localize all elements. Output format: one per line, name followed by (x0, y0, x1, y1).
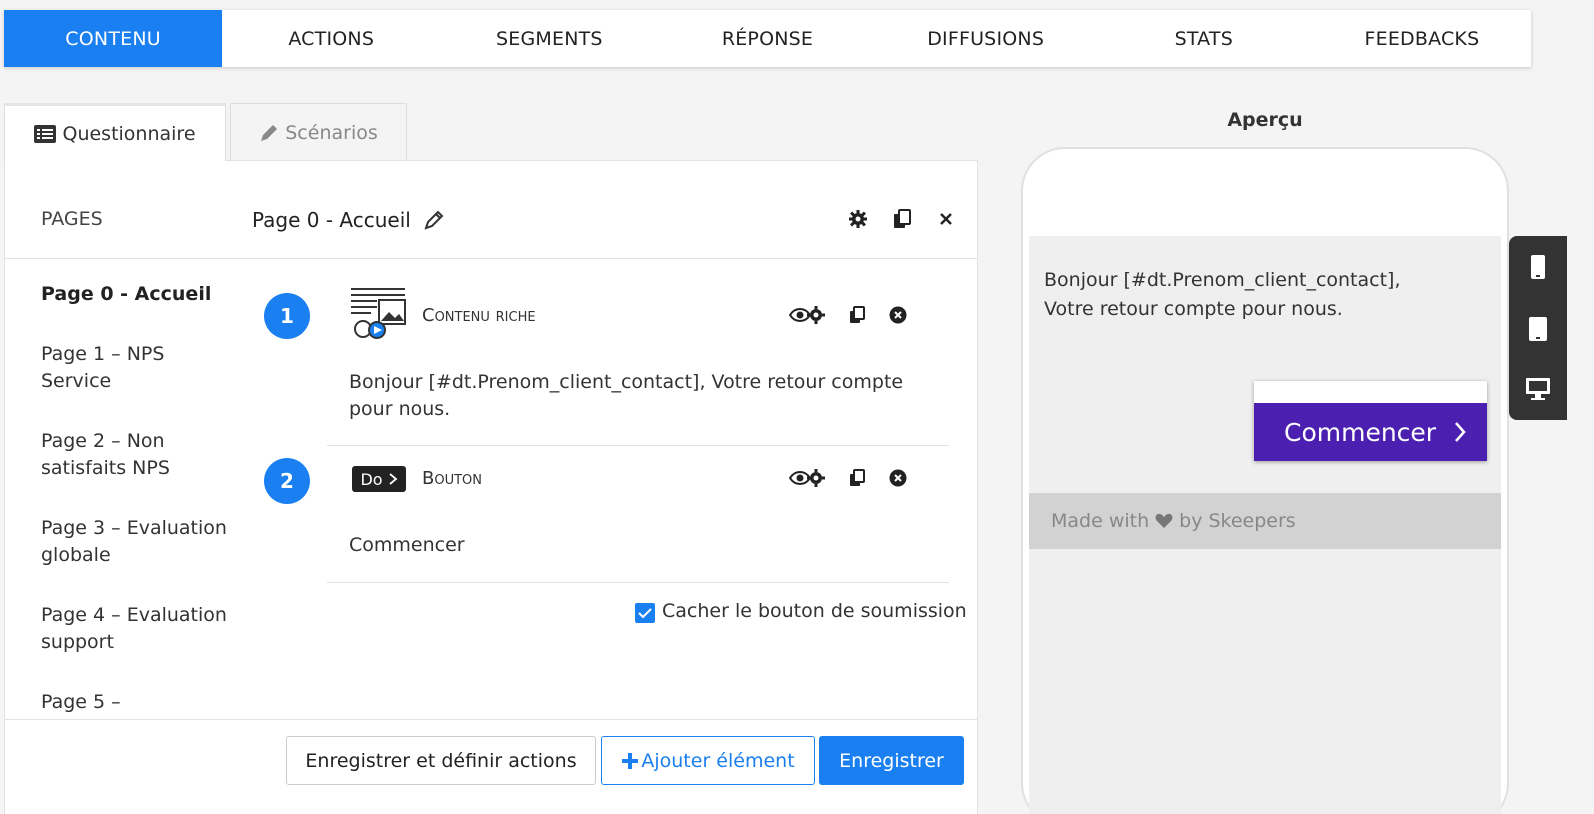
tab-feedbacks[interactable]: FEEDBACKS (1313, 10, 1531, 67)
mobile-icon[interactable] (1509, 254, 1567, 280)
close-icon[interactable] (935, 208, 957, 230)
add-element-label: Ajouter élément (641, 749, 795, 772)
editor-panel: PAGES Page 0 - Accueil Page 0 - Accueil … (4, 160, 978, 814)
pencil-icon (259, 123, 279, 143)
copy-icon[interactable] (849, 469, 865, 487)
divider (327, 582, 949, 583)
tab-actions[interactable]: ACTIONS (222, 10, 440, 67)
preview-button-container: Commencer (1254, 381, 1487, 461)
panel-footer: Enregistrer et définir actions Ajouter é… (5, 719, 977, 814)
element-rich-content: 1 Contenu riche Bonjour [#dt.Prenom_clie… (264, 279, 954, 444)
delete-icon[interactable] (889, 306, 907, 324)
list-icon (34, 124, 57, 143)
element-actions (789, 305, 907, 325)
sidebar-item-page-3[interactable]: Page 3 – Evaluation globale (41, 515, 231, 569)
hide-submit-checkbox[interactable] (635, 603, 655, 623)
delete-icon[interactable] (889, 469, 907, 487)
pages-label: PAGES (41, 208, 103, 230)
tab-reponse[interactable]: RÉPONSE (658, 10, 876, 67)
element-type-label: Contenu riche (422, 305, 536, 326)
hide-submit-label: Cacher le bouton de soumission (662, 600, 967, 622)
edit-title-icon[interactable] (423, 209, 445, 231)
element-content: Commencer (349, 534, 465, 556)
page-title: Page 0 - Accueil (252, 208, 445, 232)
tab-scenarios-label: Scénarios (285, 121, 378, 144)
page-title-text: Page 0 - Accueil (252, 208, 411, 232)
copy-icon[interactable] (849, 306, 865, 324)
device-switcher (1509, 236, 1567, 420)
tab-questionnaire[interactable]: Questionnaire (4, 103, 226, 161)
plus-icon (622, 752, 639, 769)
element-content: Bonjour [#dt.Prenom_client_contact], Vot… (349, 371, 904, 420)
visibility-settings-icon[interactable] (789, 305, 825, 325)
sidebar-item-page-1[interactable]: Page 1 – NPS Service (41, 341, 231, 395)
tab-scenarios[interactable]: Scénarios (230, 103, 407, 161)
tab-stats[interactable]: STATS (1095, 10, 1313, 67)
tab-diffusions[interactable]: DIFFUSIONS (877, 10, 1095, 67)
add-element-button[interactable]: Ajouter élément (601, 736, 815, 785)
element-button: 2 Do Bouton Commencer (264, 444, 954, 584)
tablet-icon[interactable] (1509, 316, 1567, 342)
save-and-define-actions-button[interactable]: Enregistrer et définir actions (286, 736, 596, 785)
chevron-right-icon (1455, 422, 1466, 442)
preview-screen: Bonjour [#dt.Prenom_client_contact], Vot… (1029, 236, 1501, 814)
element-number: 1 (264, 293, 310, 339)
element-number: 2 (264, 458, 310, 504)
save-button[interactable]: Enregistrer (819, 736, 964, 785)
start-button[interactable]: Commencer (1254, 403, 1487, 461)
preview-greeting-line-2: Votre retour compte pour nous. (1044, 298, 1343, 320)
made-with-text: Made with (1051, 510, 1150, 532)
pages-sidebar: Page 0 - Accueil Page 1 – NPS Service Pa… (41, 281, 231, 749)
preview-greeting: Bonjour [#dt.Prenom_client_contact], Vot… (1044, 266, 1401, 324)
desktop-icon[interactable] (1509, 377, 1567, 401)
button-icon-text: Do (360, 469, 383, 489)
preview-footer: Made with by Skeepers (1029, 493, 1501, 549)
sidebar-item-page-2[interactable]: Page 2 – Non satisfaits NPS (41, 428, 231, 482)
preview-title: Aperçu (1227, 109, 1303, 131)
by-skeepers-text: by Skeepers (1179, 510, 1296, 532)
top-nav: CONTENU ACTIONS SEGMENTS RÉPONSE DIFFUSI… (4, 10, 1531, 67)
rich-content-icon (349, 287, 407, 339)
element-list: 1 Contenu riche Bonjour [#dt.Prenom_clie… (264, 279, 954, 584)
gear-icon[interactable] (847, 208, 869, 230)
copy-icon[interactable] (891, 208, 913, 230)
panel-header: PAGES Page 0 - Accueil (5, 161, 977, 259)
sidebar-item-page-5[interactable]: Page 5 – (41, 689, 231, 716)
page-actions (847, 208, 957, 230)
visibility-settings-icon[interactable] (789, 468, 825, 488)
tab-contenu[interactable]: CONTENU (4, 10, 223, 67)
button-icon: Do (352, 466, 406, 492)
element-actions (789, 468, 907, 488)
tab-questionnaire-label: Questionnaire (62, 122, 196, 145)
start-button-label: Commencer (1284, 417, 1437, 447)
divider (327, 445, 949, 446)
element-type-label: Bouton (422, 468, 482, 489)
sidebar-item-page-4[interactable]: Page 4 – Evaluation support (41, 602, 231, 656)
sidebar-item-page-0[interactable]: Page 0 - Accueil (41, 281, 231, 308)
tab-segments[interactable]: SEGMENTS (440, 10, 658, 67)
hide-submit-option[interactable]: Cacher le bouton de soumission (635, 599, 967, 623)
preview-greeting-line-1: Bonjour [#dt.Prenom_client_contact], (1044, 269, 1401, 291)
heart-icon (1155, 513, 1173, 529)
